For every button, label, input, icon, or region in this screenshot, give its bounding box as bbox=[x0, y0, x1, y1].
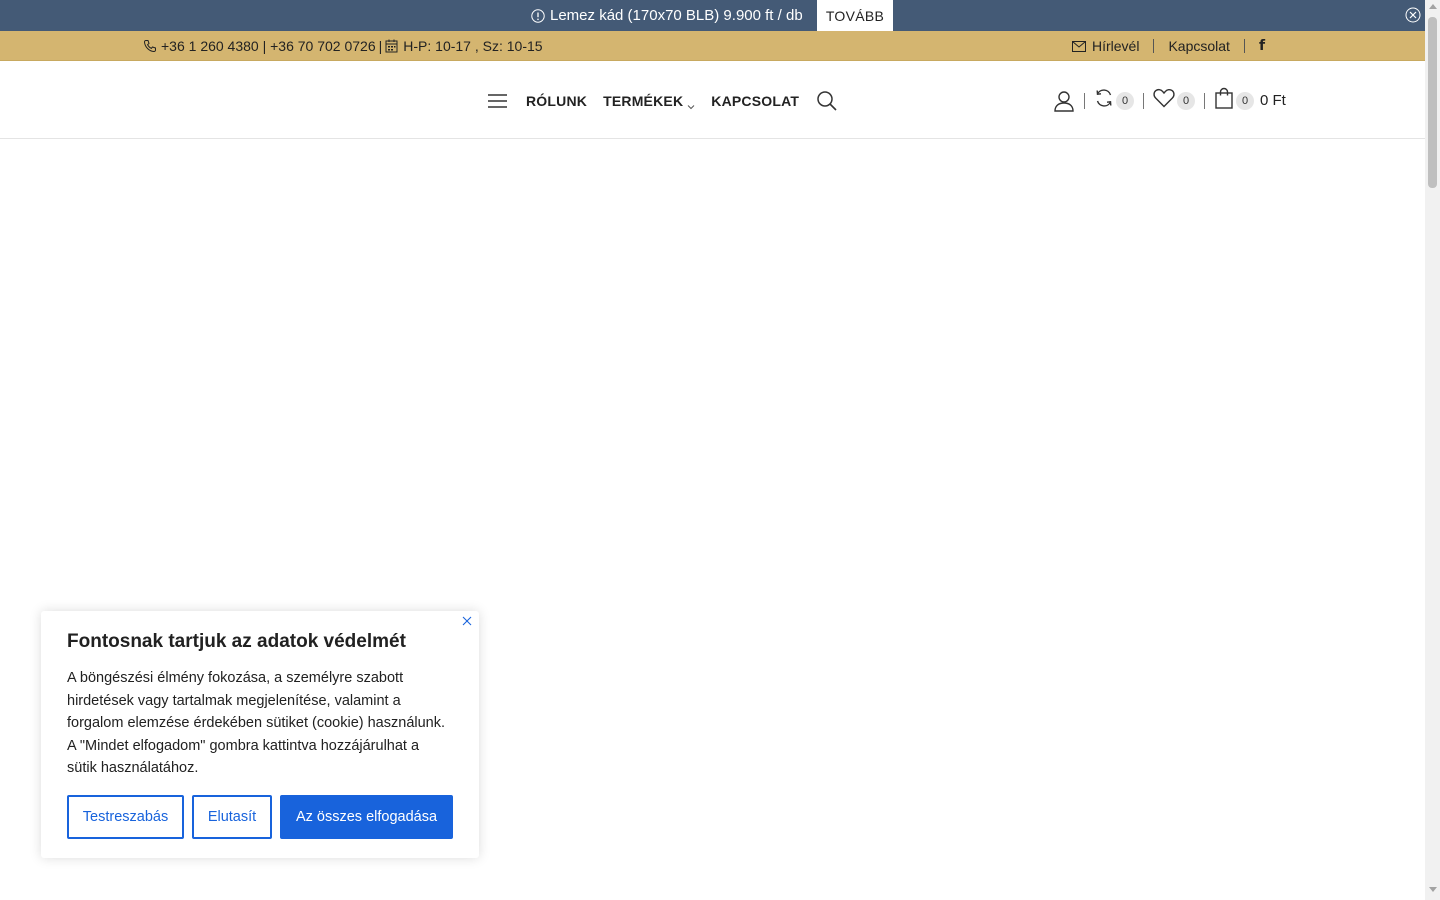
mail-icon bbox=[1072, 40, 1086, 52]
topbar-links: Hírlevél Kapcsolat f bbox=[1072, 31, 1265, 61]
main-nav: RÓLUNK TERMÉKEK KAPCSOLAT bbox=[487, 62, 837, 139]
divider bbox=[1204, 92, 1205, 109]
top-info-bar: +36 1 260 4380 | +36 70 702 0726 | H-P: … bbox=[0, 31, 1425, 61]
search-icon[interactable] bbox=[816, 90, 837, 111]
contact-link[interactable]: Kapcsolat bbox=[1168, 38, 1229, 54]
newsletter-link[interactable]: Hírlevél bbox=[1072, 38, 1139, 54]
cookie-consent-dialog: Fontosnak tartjuk az adatok védelmét A b… bbox=[41, 611, 479, 858]
divider bbox=[1143, 92, 1144, 109]
main-header: RÓLUNK TERMÉKEK KAPCSOLAT 0 0 0 0 Ft bbox=[0, 62, 1425, 139]
info-icon bbox=[531, 8, 545, 23]
cookie-title: Fontosnak tartjuk az adatok védelmét bbox=[67, 631, 406, 652]
wishlist-button[interactable]: 0 bbox=[1153, 88, 1195, 113]
compare-button[interactable]: 0 bbox=[1094, 88, 1134, 113]
announcement-close-icon[interactable] bbox=[1405, 7, 1421, 23]
nav-item-contact[interactable]: KAPCSOLAT bbox=[711, 93, 799, 109]
page-scrollbar[interactable] bbox=[1425, 0, 1440, 900]
compare-icon bbox=[1094, 88, 1114, 113]
accept-all-button[interactable]: Az összes elfogadása bbox=[280, 795, 453, 839]
divider bbox=[1243, 39, 1245, 53]
cookie-close-icon[interactable] bbox=[461, 614, 473, 626]
scroll-down-arrow-icon[interactable] bbox=[1429, 887, 1437, 892]
header-icons: 0 0 0 0 Ft bbox=[1053, 62, 1286, 139]
phone-numbers[interactable]: +36 1 260 4380 | +36 70 702 0726 bbox=[161, 38, 376, 54]
shopping-bag-icon bbox=[1214, 87, 1234, 114]
announcement-message: Lemez kád (170x70 BLB) 9.900 ft / db bbox=[550, 7, 803, 24]
cookie-body-text: A böngészési élmény fokozása, a személyr… bbox=[67, 670, 446, 776]
phone-icon bbox=[143, 39, 157, 53]
customize-button[interactable]: Testreszabás bbox=[67, 795, 184, 839]
cart-button[interactable]: 0 0 Ft bbox=[1214, 87, 1286, 114]
calendar-icon bbox=[385, 39, 399, 53]
reject-button[interactable]: Elutasít bbox=[192, 795, 272, 839]
scrollbar-thumb[interactable] bbox=[1428, 17, 1437, 188]
announcement-more-button[interactable]: TOVÁBB bbox=[817, 0, 893, 31]
nav-item-products[interactable]: TERMÉKEK bbox=[603, 92, 695, 110]
divider bbox=[1084, 92, 1085, 109]
compare-count-badge: 0 bbox=[1116, 91, 1134, 110]
contact-info: +36 1 260 4380 | +36 70 702 0726 | H-P: … bbox=[143, 31, 543, 61]
nav-item-products-label: TERMÉKEK bbox=[603, 92, 684, 109]
facebook-icon[interactable]: f bbox=[1259, 38, 1265, 54]
nav-item-about[interactable]: RÓLUNK bbox=[526, 93, 587, 109]
announcement-bar: Lemez kád (170x70 BLB) 9.900 ft / db TOV… bbox=[0, 0, 1425, 31]
account-icon[interactable] bbox=[1053, 90, 1075, 112]
newsletter-label: Hírlevél bbox=[1092, 38, 1140, 54]
separator: | bbox=[378, 38, 383, 54]
cart-total: 0 Ft bbox=[1260, 92, 1286, 109]
announcement-content: Lemez kád (170x70 BLB) 9.900 ft / db TOV… bbox=[531, 0, 893, 31]
divider bbox=[1153, 39, 1155, 53]
chevron-down-icon bbox=[687, 98, 695, 110]
heart-icon bbox=[1153, 88, 1175, 113]
opening-hours: H-P: 10-17 , Sz: 10-15 bbox=[403, 38, 543, 54]
menu-icon[interactable] bbox=[487, 93, 508, 109]
scroll-up-arrow-icon[interactable] bbox=[1429, 4, 1437, 9]
wishlist-count-badge: 0 bbox=[1177, 91, 1195, 110]
cart-count-badge: 0 bbox=[1236, 91, 1254, 110]
